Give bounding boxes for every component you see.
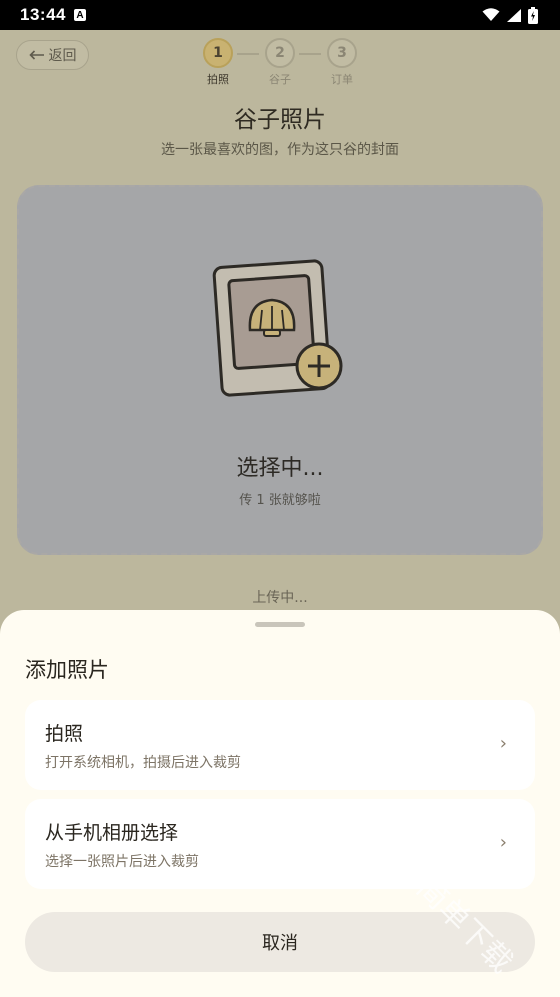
choose-from-album-option[interactable]: 从手机相册选择 选择一张照片后进入裁剪 › bbox=[25, 799, 535, 889]
step-1-number: 1 bbox=[203, 38, 233, 68]
step-1-label: 拍照 bbox=[207, 73, 229, 86]
notification-icon: A bbox=[73, 9, 86, 21]
sheet-drag-handle[interactable] bbox=[255, 622, 305, 627]
step-connector bbox=[299, 53, 321, 55]
step-2: 2 谷子 bbox=[264, 38, 296, 87]
signal-icon bbox=[507, 8, 521, 22]
photo-frame-shell-plus-icon bbox=[212, 259, 343, 397]
take-photo-option[interactable]: 拍照 打开系统相机，拍摄后进入裁剪 › bbox=[25, 700, 535, 790]
option-description: 选择一张照片后进入裁剪 bbox=[45, 854, 199, 870]
upload-status-text: 选择中... bbox=[236, 456, 324, 481]
option-title: 从手机相册选择 bbox=[45, 822, 179, 844]
photo-upload-area[interactable]: 选择中... 传 1 张就够啦 bbox=[17, 185, 543, 555]
step-2-number: 2 bbox=[265, 38, 295, 68]
back-button-label: 返回 bbox=[48, 48, 77, 64]
option-title: 拍照 bbox=[45, 723, 84, 745]
battery-icon bbox=[528, 6, 538, 24]
step-2-label: 谷子 bbox=[269, 73, 291, 86]
step-indicator: 1 拍照 2 谷子 3 订单 bbox=[202, 38, 362, 88]
step-1: 1 拍照 bbox=[202, 38, 234, 87]
option-description: 打开系统相机，拍摄后进入裁剪 bbox=[45, 755, 241, 771]
status-time: 13:44 bbox=[20, 5, 66, 24]
wifi-icon bbox=[482, 8, 500, 21]
step-connector bbox=[237, 53, 259, 55]
sheet-title: 添加照片 bbox=[25, 658, 109, 682]
step-3-number: 3 bbox=[327, 38, 357, 68]
step-3: 3 订单 bbox=[326, 38, 358, 87]
chevron-right-icon: › bbox=[499, 733, 507, 754]
chevron-right-icon: › bbox=[499, 832, 507, 853]
page-title: 谷子照片 bbox=[234, 107, 326, 133]
uploading-status: 上传中... bbox=[252, 590, 308, 606]
arrow-left-icon bbox=[28, 50, 44, 60]
upload-hint-text: 传 1 张就够啦 bbox=[239, 493, 321, 508]
step-3-label: 订单 bbox=[331, 73, 353, 86]
page-subtitle: 选一张最喜欢的图，作为这只谷的封面 bbox=[161, 142, 399, 158]
status-bar: 13:44 A bbox=[0, 0, 560, 30]
back-button[interactable]: 返回 bbox=[16, 40, 89, 70]
